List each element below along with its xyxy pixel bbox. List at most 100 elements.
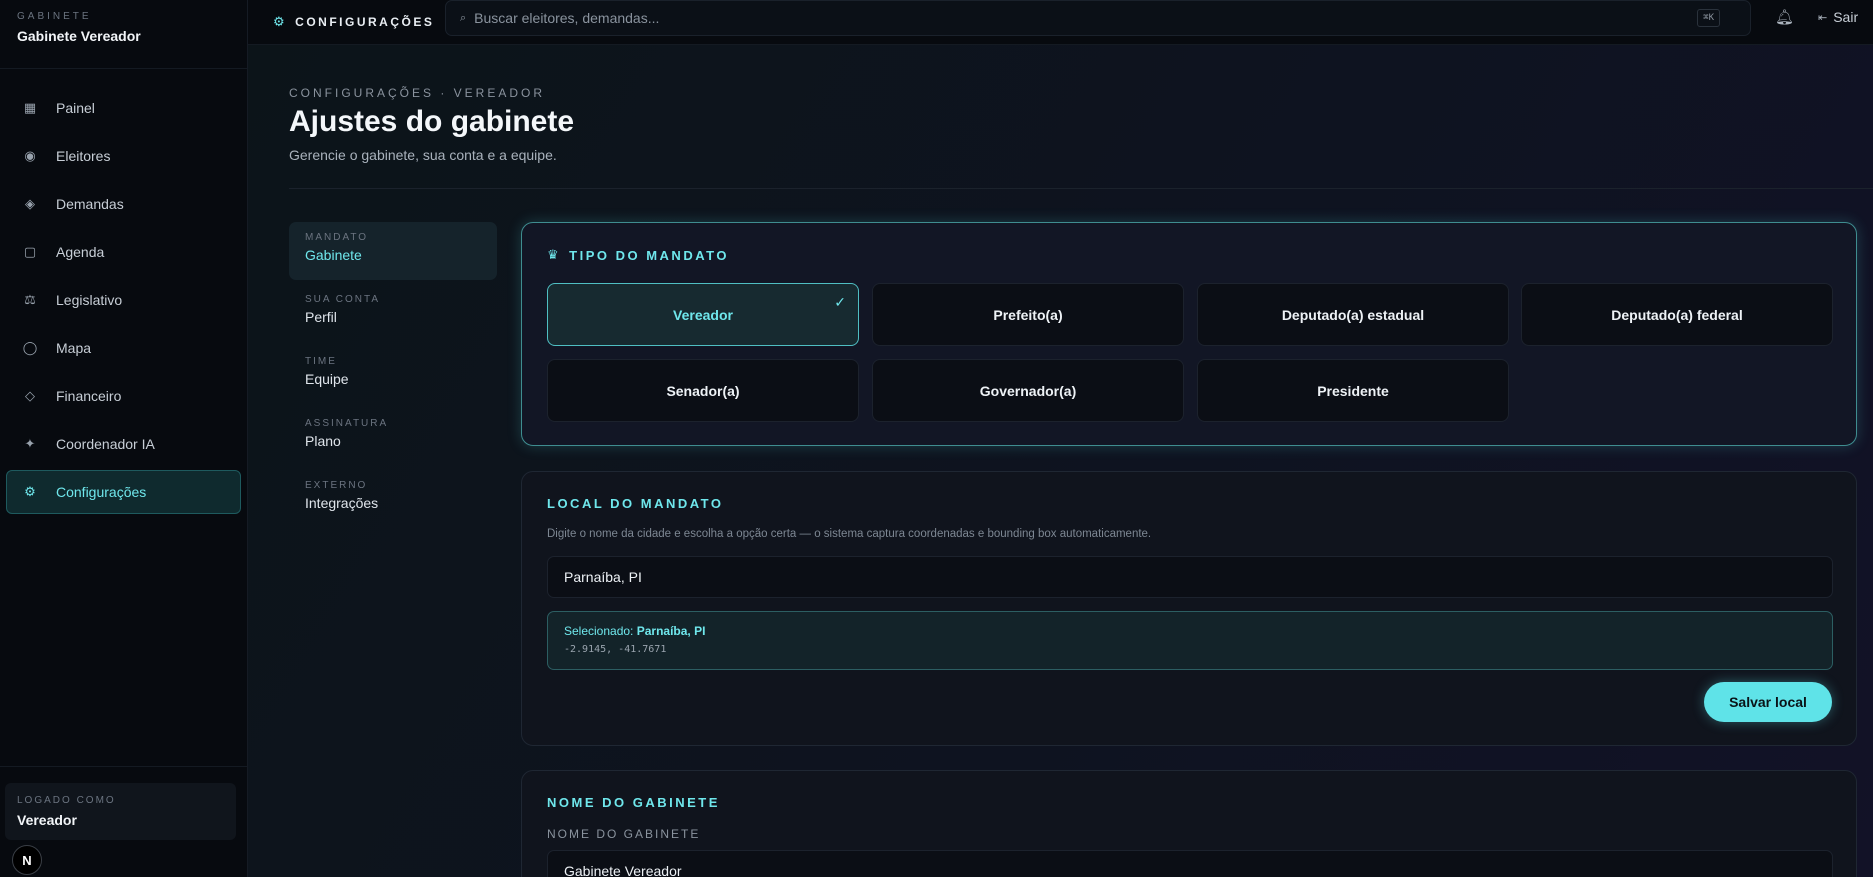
brand-kicker: GABINETE: [17, 11, 92, 22]
sidebar-item-legislativo[interactable]: ⚖ Legislativo: [6, 278, 241, 322]
page-subtitle: Gerencie o gabinete, sua conta e a equip…: [289, 147, 557, 163]
sidebar-item-mapa[interactable]: ◯ Mapa: [6, 326, 241, 370]
sidebar-item-label: Configurações: [56, 484, 147, 500]
topbar-title-label: CONFIGURAÇÕES: [295, 15, 435, 29]
sidebar-item-coordenador-ia[interactable]: ✦ Coordenador IA: [6, 422, 241, 466]
sidebar-item-label: Coordenador IA: [56, 436, 155, 452]
subnav-label: Integrações: [305, 495, 379, 511]
logged-kicker: LOGADO COMO: [17, 795, 116, 806]
location-field[interactable]: [547, 556, 1833, 598]
sidebar-item-financeiro[interactable]: ◇ Financeiro: [6, 374, 241, 418]
mandate-option-senador[interactable]: Senador(a): [547, 359, 859, 422]
sparkle-icon: ✦: [24, 436, 36, 451]
sidebar-item-painel[interactable]: ▦ Painel: [6, 86, 241, 130]
mandate-option-label: Vereador: [673, 306, 733, 323]
sidebar-item-label: Painel: [56, 100, 95, 116]
mandate-option-label: Deputado(a) estadual: [1281, 306, 1425, 323]
breadcrumb: CONFIGURAÇÕES · VEREADOR: [289, 86, 546, 100]
office-name-field-label: NOME DO GABINETE: [547, 827, 701, 841]
subnav-label: Perfil: [305, 309, 337, 325]
scale-icon: ⚖: [24, 292, 36, 307]
page-title: Ajustes do gabinete: [289, 105, 575, 138]
sidebar: GABINETE Gabinete Vereador ▦ Painel ◉ El…: [0, 0, 248, 877]
main-content: CONFIGURAÇÕES · VEREADOR Ajustes do gabi…: [248, 45, 1873, 877]
subnav-item-perfil[interactable]: SUA CONTA Perfil: [289, 284, 497, 342]
settings-subnav: MANDATO Gabinete SUA CONTA Perfil TIME E…: [289, 222, 497, 532]
crown-icon: ♛: [547, 247, 562, 262]
mandate-type-card: ♛ TIPO DO MANDATO Vereador ✓ Prefeito(a)…: [521, 222, 1857, 446]
header-divider: [289, 188, 1873, 189]
sidebar-item-demandas[interactable]: ◈ Demandas: [6, 182, 241, 226]
brand-name: Gabinete Vereador: [17, 28, 141, 44]
app-badge[interactable]: N: [12, 845, 42, 875]
mandate-option-label: Governador(a): [979, 382, 1077, 399]
logout-label: Sair: [1833, 9, 1859, 25]
gear-icon: ⚙: [273, 14, 288, 29]
subnav-kicker: SUA CONTA: [305, 294, 381, 305]
brand: GABINETE Gabinete Vereador: [0, 0, 247, 69]
logout-icon: ⇤: [1818, 11, 1828, 24]
location-input[interactable]: [564, 569, 1816, 585]
logout-button[interactable]: ⇤ Sair: [1818, 9, 1858, 25]
mandate-option-deputado-estadual[interactable]: Deputado(a) estadual: [1197, 283, 1509, 346]
search-icon: ⌕: [460, 11, 467, 24]
subnav-kicker: ASSINATURA: [305, 418, 389, 429]
office-name-card: NOME DO GABINETE NOME DO GABINETE: [521, 770, 1857, 877]
mandate-type-title-label: TIPO DO MANDATO: [569, 247, 729, 263]
save-location-button[interactable]: Salvar local: [1704, 682, 1832, 722]
office-name-title: NOME DO GABINETE: [547, 795, 720, 810]
mandate-location-card: LOCAL DO MANDATO Digite o nome da cidade…: [521, 471, 1857, 746]
office-name-field[interactable]: [547, 850, 1833, 877]
selected-coordinates: -2.9145, -41.7671: [564, 644, 667, 655]
selected-prefix: Selecionado:: [564, 624, 634, 638]
square-icon: ▢: [23, 244, 37, 259]
office-name-input[interactable]: [564, 863, 1816, 877]
location-helper-text: Digite o nome da cidade e escolha a opçã…: [547, 528, 1152, 540]
shortcut-badge: ⌘K: [1697, 9, 1720, 27]
mandate-option-governador[interactable]: Governador(a): [872, 359, 1184, 422]
sidebar-item-label: Mapa: [56, 340, 92, 356]
sidebar-divider: [0, 766, 247, 767]
logged-user-card[interactable]: LOGADO COMO Vereador: [5, 783, 236, 840]
selected-location-box: Selecionado: Parnaíba, PI -2.9145, -41.7…: [547, 611, 1833, 670]
subnav-item-plano[interactable]: ASSINATURA Plano: [289, 408, 497, 466]
subnav-label: Gabinete: [305, 247, 362, 263]
sidebar-item-eleitores[interactable]: ◉ Eleitores: [6, 134, 241, 178]
sidebar-item-label: Eleitores: [56, 148, 111, 164]
search-bar[interactable]: ⌕ ⌘K: [445, 0, 1751, 36]
selected-value: Parnaíba, PI: [636, 624, 706, 638]
mandate-type-title: ♛ TIPO DO MANDATO: [547, 247, 729, 263]
topbar-title: ⚙ CONFIGURAÇÕES: [273, 14, 434, 30]
circle-icon: ◯: [22, 340, 38, 355]
subnav-item-integracoes[interactable]: EXTERNO Integrações: [289, 470, 497, 528]
mandate-option-label: Prefeito(a): [993, 306, 1063, 323]
mandate-option-deputado-federal[interactable]: Deputado(a) federal: [1521, 283, 1833, 346]
sidebar-item-agenda[interactable]: ▢ Agenda: [6, 230, 241, 274]
subnav-kicker: MANDATO: [305, 232, 369, 243]
mandate-option-vereador[interactable]: Vereador ✓: [547, 283, 859, 346]
gear-icon: ⚙: [24, 484, 36, 499]
grid-icon: ▦: [23, 100, 37, 115]
bell-icon[interactable]: 🔔︎: [1775, 8, 1794, 26]
mandate-option-label: Senador(a): [666, 382, 740, 399]
sidebar-item-label: Agenda: [56, 244, 105, 260]
search-input[interactable]: [474, 10, 1655, 26]
subnav-kicker: TIME: [305, 356, 337, 367]
selected-location-line: Selecionado: Parnaíba, PI: [564, 624, 1816, 638]
check-icon: ✓: [834, 294, 846, 310]
diamond-icon: ◈: [25, 196, 35, 211]
mandate-option-prefeito[interactable]: Prefeito(a): [872, 283, 1184, 346]
mandate-option-presidente[interactable]: Presidente: [1197, 359, 1509, 422]
sidebar-item-label: Demandas: [56, 196, 124, 212]
sidebar-item-label: Financeiro: [56, 388, 122, 404]
target-icon: ◉: [24, 148, 36, 163]
subnav-label: Plano: [305, 433, 341, 449]
mandate-option-label: Presidente: [1317, 382, 1389, 399]
subnav-item-gabinete[interactable]: MANDATO Gabinete: [289, 222, 497, 280]
mandate-location-title: LOCAL DO MANDATO: [547, 496, 724, 511]
sidebar-item-configuracoes[interactable]: ⚙ Configurações: [6, 470, 241, 514]
subnav-label: Equipe: [305, 371, 349, 387]
topbar: ⚙ CONFIGURAÇÕES ⌕ ⌘K 🔔︎ ⇤ Sair: [248, 0, 1873, 45]
logged-name: Vereador: [17, 812, 77, 828]
subnav-item-equipe[interactable]: TIME Equipe: [289, 346, 497, 404]
